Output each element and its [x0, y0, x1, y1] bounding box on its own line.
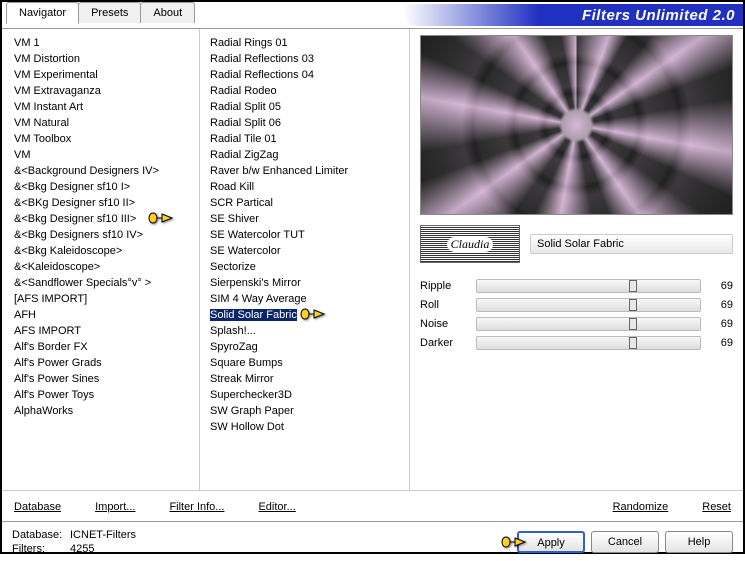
category-column: VM 1VM DistortionVM ExperimentalVM Extra… [2, 29, 200, 490]
list-item[interactable]: Streak Mirror [206, 371, 407, 387]
app-title: Filters Unlimited 2.0 [582, 7, 735, 24]
param-label: Noise [420, 318, 468, 330]
apply-button[interactable]: Apply [517, 531, 585, 553]
param-label: Ripple [420, 280, 468, 292]
filter-info-link[interactable]: Filter Info... [161, 497, 232, 517]
list-item[interactable]: Radial Rings 01 [206, 35, 407, 51]
filter-list[interactable]: Radial Rings 01Radial Reflections 03Radi… [206, 35, 407, 488]
param-value: 69 [709, 299, 733, 311]
param-value: 69 [709, 318, 733, 330]
preview-panel: Claudia Solid Solar Fabric Ripple 69 Roll 6… [410, 29, 743, 490]
list-item[interactable]: VM [10, 147, 197, 163]
list-item[interactable]: SE Watercolor [206, 243, 407, 259]
list-item[interactable]: &<Background Designers IV> [10, 163, 197, 179]
param-value: 69 [709, 280, 733, 292]
current-filter-name: Solid Solar Fabric [530, 234, 733, 254]
list-item[interactable]: VM Natural [10, 115, 197, 131]
tab-navigator[interactable]: Navigator [6, 2, 79, 24]
list-item[interactable]: Radial Tile 01 [206, 131, 407, 147]
tab-presets[interactable]: Presets [78, 2, 141, 23]
list-item[interactable]: Sierpenski's Mirror [206, 275, 407, 291]
list-item[interactable]: Splash!... [206, 323, 407, 339]
reset-link[interactable]: Reset [694, 497, 739, 517]
list-item[interactable]: AFS IMPORT [10, 323, 197, 339]
list-item[interactable]: VM Toolbox [10, 131, 197, 147]
param-label: Roll [420, 299, 468, 311]
param-slider[interactable] [476, 279, 701, 293]
list-item[interactable]: AFH [10, 307, 197, 323]
param-slider[interactable] [476, 336, 701, 350]
list-item[interactable]: &<BKg Designer sf10 II> [10, 195, 197, 211]
list-item[interactable]: SE Watercolor TUT [206, 227, 407, 243]
list-item[interactable]: VM Extravaganza [10, 83, 197, 99]
list-item[interactable]: Radial Split 06 [206, 115, 407, 131]
param-row: Darker 69 [420, 334, 733, 352]
list-item[interactable]: Alf's Power Grads [10, 355, 197, 371]
list-item[interactable]: SIM 4 Way Average [206, 291, 407, 307]
param-row: Roll 69 [420, 296, 733, 314]
database-link[interactable]: Database [6, 497, 69, 517]
list-item[interactable]: SCR Partical [206, 195, 407, 211]
parameters: Ripple 69 Roll 69 Noise 69 Darker 69 [420, 277, 733, 486]
param-row: Noise 69 [420, 315, 733, 333]
tab-strip: NavigatorPresetsAbout [6, 2, 194, 23]
header: NavigatorPresetsAbout Filters Unlimited … [2, 2, 743, 28]
list-item[interactable]: Radial Split 05 [206, 99, 407, 115]
link-row: Database Import... Filter Info... Editor… [2, 490, 743, 521]
list-item[interactable]: &<Bkg Designers sf10 IV> [10, 227, 197, 243]
brand-logo: Claudia [420, 225, 520, 263]
list-item[interactable]: Superchecker3D [206, 387, 407, 403]
list-item[interactable]: SW Graph Paper [206, 403, 407, 419]
list-item[interactable]: Alf's Power Sines [10, 371, 197, 387]
pointer-icon [148, 208, 174, 228]
list-item[interactable]: Alf's Border FX [10, 339, 197, 355]
category-list[interactable]: VM 1VM DistortionVM ExperimentalVM Extra… [10, 35, 197, 488]
param-label: Darker [420, 337, 468, 349]
list-item[interactable]: &<Bkg Designer sf10 I> [10, 179, 197, 195]
list-item[interactable]: &<Kaleidoscope> [10, 259, 197, 275]
list-item[interactable]: &<Bkg Kaleidoscope> [10, 243, 197, 259]
list-item[interactable]: AlphaWorks [10, 403, 197, 419]
list-item[interactable]: Radial ZigZag [206, 147, 407, 163]
list-item[interactable]: Square Bumps [206, 355, 407, 371]
param-row: Ripple 69 [420, 277, 733, 295]
preview-image [420, 35, 733, 215]
list-item[interactable]: [AFS IMPORT] [10, 291, 197, 307]
title-area: Filters Unlimited 2.0 [403, 2, 743, 28]
status-text: Database:ICNET-Filters Filters:4255 [12, 528, 136, 556]
tab-about[interactable]: About [140, 2, 195, 23]
list-item[interactable]: Sectorize [206, 259, 407, 275]
list-item[interactable]: VM Instant Art [10, 99, 197, 115]
list-item[interactable]: VM Distortion [10, 51, 197, 67]
list-item[interactable]: Road Kill [206, 179, 407, 195]
main-area: VM 1VM DistortionVM ExperimentalVM Extra… [2, 28, 743, 490]
param-value: 69 [709, 337, 733, 349]
list-item[interactable]: Radial Reflections 04 [206, 67, 407, 83]
param-slider[interactable] [476, 317, 701, 331]
list-item[interactable]: SE Shiver [206, 211, 407, 227]
pointer-icon [300, 304, 326, 324]
list-item[interactable]: Raver b/w Enhanced Limiter [206, 163, 407, 179]
param-slider[interactable] [476, 298, 701, 312]
help-button[interactable]: Help [665, 531, 733, 553]
list-item[interactable]: VM 1 [10, 35, 197, 51]
list-item[interactable]: SpyroZag [206, 339, 407, 355]
list-item[interactable]: &<Sandflower Specials°v° > [10, 275, 197, 291]
editor-link[interactable]: Editor... [250, 497, 303, 517]
list-item[interactable]: Alf's Power Toys [10, 387, 197, 403]
list-item[interactable]: &<Bkg Designer sf10 III> [10, 211, 197, 227]
cancel-button[interactable]: Cancel [591, 531, 659, 553]
import-link[interactable]: Import... [87, 497, 143, 517]
list-item[interactable]: Radial Rodeo [206, 83, 407, 99]
filter-column: Radial Rings 01Radial Reflections 03Radi… [200, 29, 410, 490]
list-item[interactable]: Radial Reflections 03 [206, 51, 407, 67]
randomize-link[interactable]: Randomize [605, 497, 677, 517]
footer: Database:ICNET-Filters Filters:4255 Appl… [2, 521, 743, 561]
list-item[interactable]: VM Experimental [10, 67, 197, 83]
list-item[interactable]: Solid Solar Fabric [206, 307, 407, 323]
list-item[interactable]: SW Hollow Dot [206, 419, 407, 435]
